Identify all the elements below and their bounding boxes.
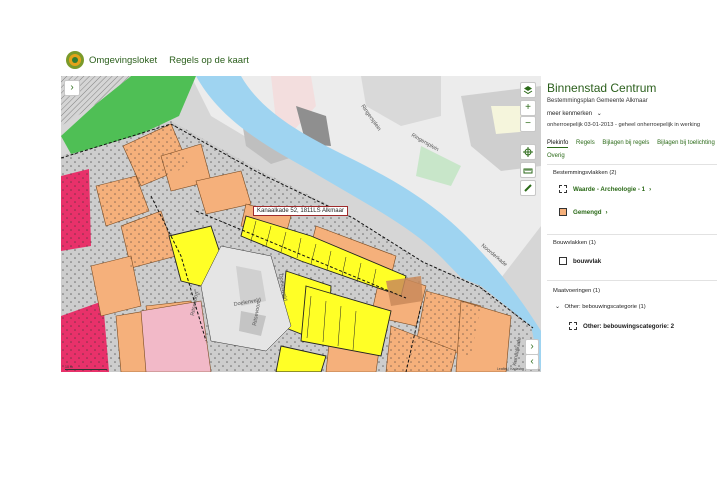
- legend-label: Other: bebouwingscategorie: 2: [583, 322, 675, 330]
- crosshair-icon: [523, 147, 533, 157]
- tab-overig[interactable]: Overig: [547, 153, 565, 159]
- section-heading: Bouwvlakken (1): [553, 240, 596, 246]
- map-canvas[interactable]: Ringersplein Ringersplein Noorderkade Do…: [61, 76, 541, 372]
- site-header: Omgevingsloket Regels op de kaart: [66, 50, 249, 70]
- chevron-right-icon: ›: [605, 208, 608, 216]
- chevron-down-icon: ⌄: [596, 111, 602, 117]
- plan-status: onherroepelijk 03-01-2013 - geheel onher…: [547, 122, 701, 128]
- legend-label: Gemengd: [573, 208, 602, 216]
- maatvoering-group[interactable]: ⌄ Other: bebouwingscategorie (1): [555, 304, 646, 310]
- legend-swatch: [559, 257, 567, 265]
- legend-item-gemengd[interactable]: Gemengd ›: [559, 207, 608, 217]
- brand-name[interactable]: Omgevingsloket: [89, 55, 157, 66]
- chevron-right-icon: ›: [649, 185, 652, 193]
- collapse-left-button[interactable]: ›: [64, 80, 80, 96]
- legend-swatch: [559, 185, 567, 193]
- plan-subtitle: Bestemmingsplan Gemeente Alkmaar: [547, 98, 648, 104]
- tab-plekinfo[interactable]: Plekinfo: [547, 140, 569, 148]
- panel-tabs: Plekinfo Regels Bijlagen bij regels Bijl…: [547, 140, 719, 159]
- zoom-in-button[interactable]: +: [520, 100, 536, 116]
- tab-bijlagen-regels[interactable]: Bijlagen bij regels: [602, 140, 649, 146]
- legend-item-archeologie[interactable]: Waarde - Archeologie - 1 ›: [559, 184, 651, 194]
- group-label: Other: bebouwingscategorie (1): [564, 304, 646, 310]
- tab-regels[interactable]: Regels: [576, 140, 595, 146]
- tab-bijlagen-toelichting[interactable]: Bijlagen bij toelichting: [657, 140, 715, 146]
- more-features-toggle[interactable]: meer kenmerken ⌄: [547, 110, 602, 117]
- divider: [547, 280, 717, 281]
- chevron-left-icon: ‹: [530, 356, 534, 367]
- divider: [547, 234, 717, 235]
- section-heading: Maatvoeringen (1): [553, 288, 601, 294]
- scale-bar: 10 m: [65, 365, 107, 370]
- draw-button[interactable]: [520, 180, 536, 196]
- chevron-down-icon: ⌄: [555, 304, 560, 310]
- legend-item-bebouwingscategorie: Other: bebouwingscategorie: 2: [569, 321, 674, 331]
- section-heading: Bestemmingsvlakken (2): [553, 170, 617, 176]
- expand-panel-button[interactable]: ›: [525, 339, 539, 355]
- address-tooltip: Kanaalkade 52, 1811LS Alkmaar: [253, 206, 348, 216]
- divider: [547, 164, 717, 165]
- collapse-panel-button[interactable]: ‹: [525, 354, 539, 370]
- more-features-label: meer kenmerken: [547, 111, 593, 117]
- map-view[interactable]: Ringersplein Ringersplein Noorderkade Do…: [61, 76, 541, 372]
- chevron-right-icon: ›: [530, 341, 534, 352]
- ruler-icon: [523, 168, 533, 174]
- minus-icon: −: [525, 118, 531, 129]
- locate-button[interactable]: [520, 144, 536, 160]
- measure-button[interactable]: [520, 162, 536, 178]
- info-panel: Binnenstad Centrum Bestemmingsplan Gemee…: [541, 76, 720, 372]
- page-title: Regels op de kaart: [169, 54, 249, 66]
- legend-swatch: [559, 208, 567, 216]
- plus-icon: +: [525, 102, 531, 113]
- legend-item-bouwvlak: bouwvlak: [559, 256, 601, 266]
- legend-swatch: [569, 322, 577, 330]
- zoom-out-button[interactable]: −: [520, 116, 536, 132]
- legend-label: Waarde - Archeologie - 1: [573, 185, 646, 193]
- omgevingsloket-logo[interactable]: [66, 51, 84, 69]
- pencil-icon: [524, 184, 532, 192]
- layers-icon: [523, 86, 533, 95]
- chevron-right-icon: ›: [70, 82, 74, 93]
- plan-title: Binnenstad Centrum: [547, 81, 657, 95]
- legend-label: bouwvlak: [573, 257, 602, 265]
- layers-button[interactable]: [520, 82, 536, 98]
